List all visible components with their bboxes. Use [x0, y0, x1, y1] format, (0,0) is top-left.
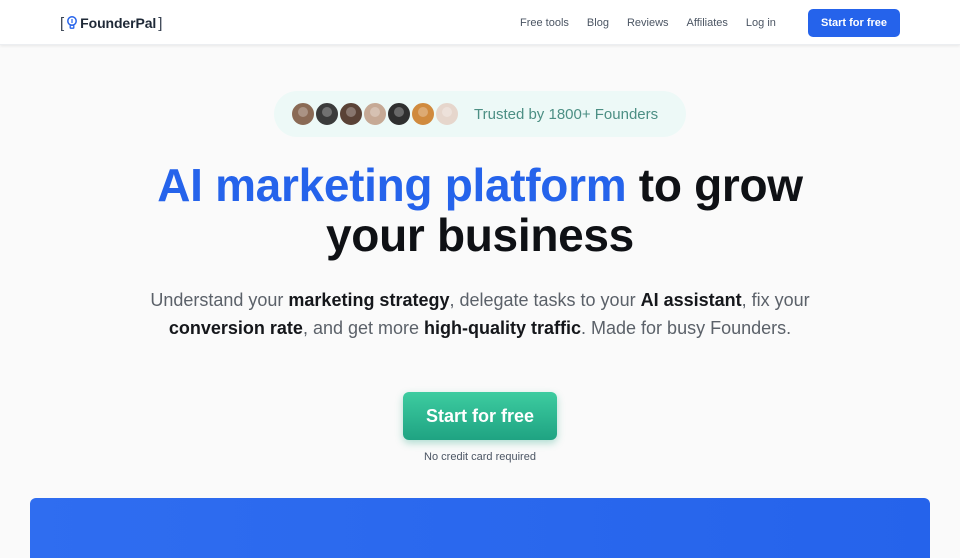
logo-text: FounderPal — [80, 15, 157, 31]
nav-affiliates[interactable]: Affiliates — [687, 17, 728, 29]
founder-avatar-3 — [338, 101, 364, 127]
headline-part-1: to grow — [638, 159, 803, 211]
hero-headline: AI marketing platform to grow your busin… — [0, 160, 960, 260]
trust-badge: Trusted by 1800+ Founders — [274, 91, 686, 137]
logo-open-bracket: [ — [60, 14, 65, 32]
founder-avatar-7 — [434, 101, 460, 127]
sub-text-5: . Made for busy Founders. — [581, 318, 792, 338]
sub-text-3: , fix your — [741, 290, 810, 310]
founder-avatar-6 — [410, 101, 436, 127]
sub-text-4: , and get more — [302, 318, 425, 338]
sub-bold-conversion-rate: conversion rate — [168, 318, 303, 338]
sub-bold-ai-assistant: AI assistant — [640, 290, 742, 310]
sub-text-1: Understand your — [150, 290, 289, 310]
founder-avatar-1 — [290, 101, 316, 127]
hero-start-free-button[interactable]: Start for free — [403, 392, 557, 440]
nav-blog[interactable]: Blog — [587, 17, 609, 29]
sub-bold-high-quality-traffic: high-quality traffic — [424, 318, 582, 338]
lightbulb-icon — [66, 15, 78, 31]
headline-accent: AI marketing platform — [157, 159, 627, 211]
logo-close-bracket: ] — [158, 14, 163, 32]
founder-avatar-4 — [362, 101, 388, 127]
founder-avatar-2 — [314, 101, 340, 127]
site-header: [ FounderPal ] Free tools Blog Reviews A… — [0, 0, 960, 45]
headline-part-2: your business — [326, 209, 634, 261]
product-preview-panel — [30, 498, 930, 558]
trust-text: Trusted by 1800+ Founders — [474, 105, 659, 123]
founder-avatar-5 — [386, 101, 412, 127]
header-start-free-button[interactable]: Start for free — [808, 9, 900, 37]
logo[interactable]: [ FounderPal ] — [60, 13, 162, 33]
nav-free-tools[interactable]: Free tools — [520, 17, 569, 29]
sub-text-2: , delegate tasks to your — [449, 290, 641, 310]
nav-log-in[interactable]: Log in — [746, 17, 776, 29]
sub-bold-marketing-strategy: marketing strategy — [288, 290, 450, 310]
nav-reviews[interactable]: Reviews — [627, 17, 669, 29]
hero-subheadline: Understand your marketing strategy, dele… — [0, 286, 960, 342]
no-credit-card-note: No credit card required — [424, 451, 536, 463]
avatar-stack — [290, 101, 460, 127]
main-nav: Free tools Blog Reviews Affiliates Log i… — [520, 0, 794, 45]
